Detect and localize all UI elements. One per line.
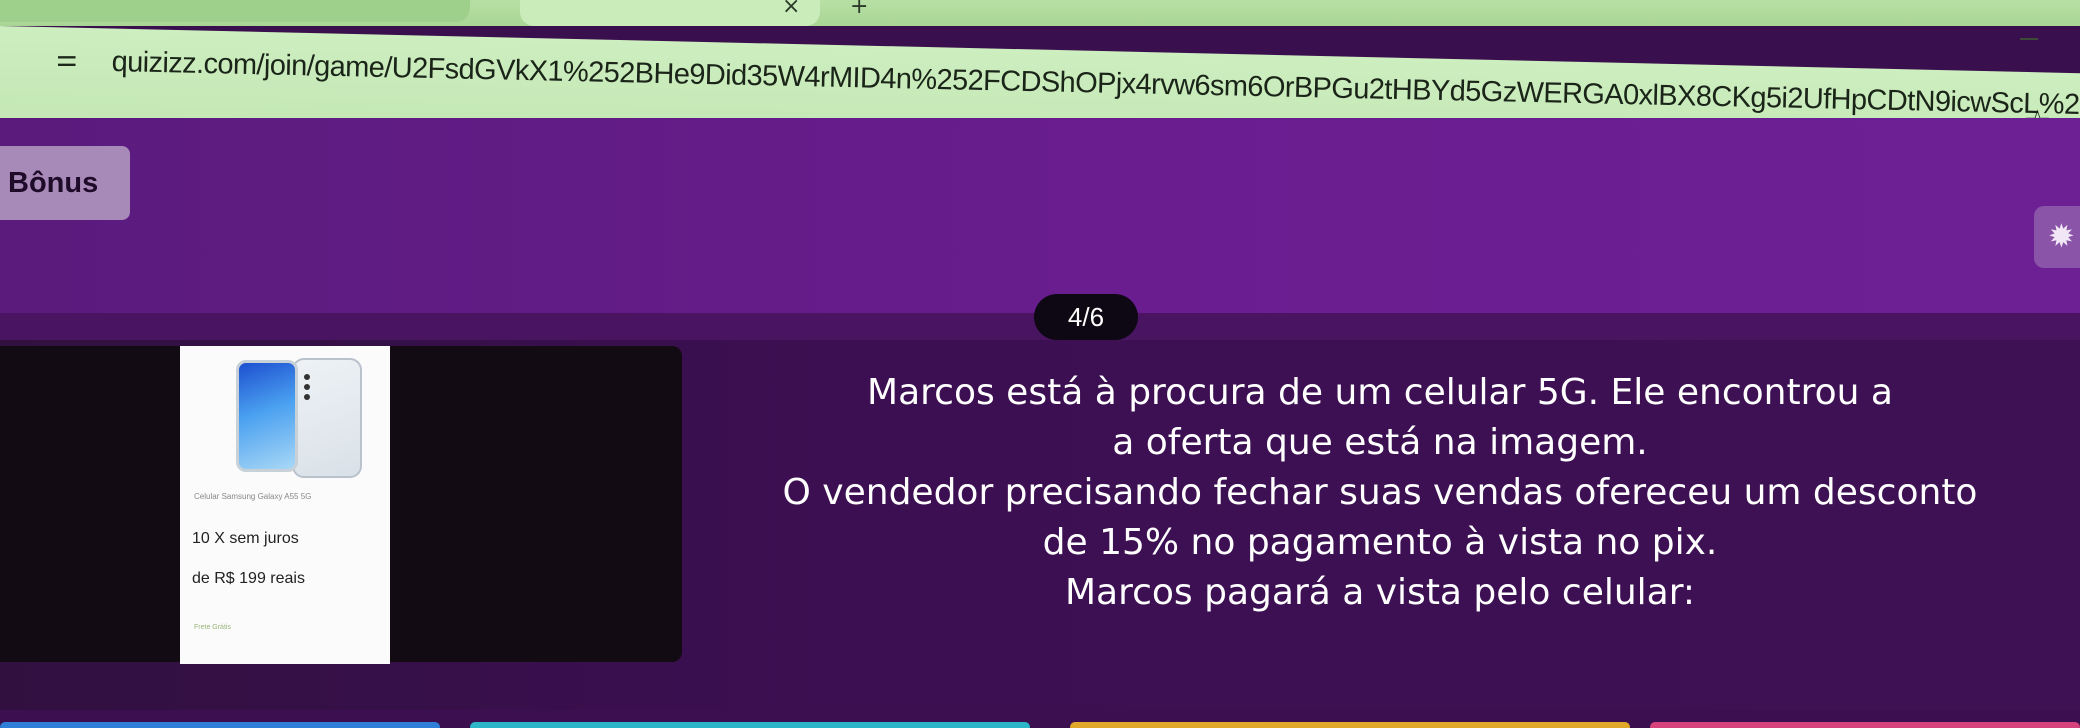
camera-dot [304, 374, 310, 380]
gear-icon: ✹ [2048, 217, 2075, 255]
tune-icon[interactable]: ⚌ [56, 44, 88, 72]
bonus-button[interactable]: Bônus [0, 146, 130, 220]
inactive-tab[interactable] [0, 0, 470, 22]
plus-icon[interactable]: + [850, 0, 868, 19]
question-line: de 15% no pagamento à vista no pix. [1042, 522, 1718, 563]
close-icon[interactable]: × [782, 0, 800, 19]
settings-button[interactable]: ✹ [2034, 206, 2080, 268]
installments-text: 10 X sem juros [192, 530, 299, 547]
camera-dot [304, 384, 310, 390]
tab-strip: × + [0, 0, 2080, 26]
question-counter: 4/6 [1034, 294, 1138, 340]
answer-option-4[interactable] [1650, 722, 2080, 728]
question-text: Marcos está à procura de um celular 5G. … [630, 368, 2080, 618]
question-line: Marcos pagará a vista pelo celular: [1064, 572, 1696, 613]
answer-option-3[interactable] [1070, 722, 1630, 728]
question-image[interactable]: Celular Samsung Galaxy A55 5G 10 X sem j… [180, 346, 390, 664]
minimize-icon[interactable] [2020, 38, 2038, 40]
answer-option-2[interactable] [470, 722, 1030, 728]
camera-dot [304, 394, 310, 400]
answer-option-1[interactable] [0, 722, 440, 728]
active-tab[interactable] [520, 0, 820, 26]
question-line: a oferta que está na imagem. [1112, 422, 1648, 463]
question-line: Marcos está à procura de um celular 5G. … [867, 372, 1893, 413]
price-text: de R$ 199 reais [192, 570, 305, 587]
quiz-header [0, 118, 2080, 313]
question-line: O vendedor precisando fechar suas vendas… [782, 472, 1978, 513]
product-title: Celular Samsung Galaxy A55 5G [194, 492, 312, 501]
shipping-text: Frete Grátis [194, 624, 231, 631]
phone-back-image [292, 358, 362, 478]
phone-front-image [236, 360, 298, 472]
